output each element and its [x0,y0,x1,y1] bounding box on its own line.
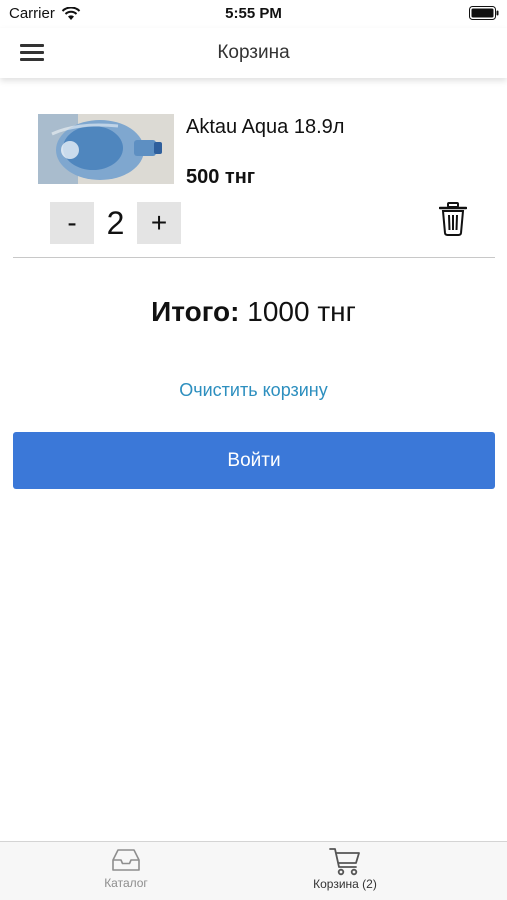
trash-icon [439,202,467,236]
tab-bar: Каталог Корзина (2) [0,841,507,900]
quantity-decrease-button[interactable]: - [50,202,94,244]
status-time: 5:55 PM [225,5,282,22]
product-image [38,114,174,184]
quantity-value: 2 [106,204,125,241]
total-value: 1000 тнг [247,296,356,327]
app-header: Корзина [0,28,507,78]
product-name: Aktau Aqua 18.9л [186,116,345,138]
status-bar: Carrier 5:55 PM [0,0,507,28]
cart-icon [329,848,360,876]
product-price: 500 тнг [186,166,256,188]
inbox-icon [112,849,140,871]
clear-cart-link[interactable]: Очистить корзину [0,380,507,401]
tab-catalog-label: Каталог [104,876,148,890]
quantity-increase-button[interactable]: + [137,202,181,244]
tab-cart[interactable]: Корзина (2) [255,842,435,900]
total-label: Итого: [151,296,240,327]
cart-total: Итого: 1000 тнг [0,296,507,328]
login-button[interactable]: Войти [13,432,495,489]
tab-catalog[interactable]: Каталог [36,842,216,900]
cart-item: Aktau Aqua 18.9л 500 тнг - 2 + [13,100,495,258]
battery-icon [469,6,499,20]
tab-cart-label: Корзина (2) [313,877,377,891]
remove-item-button[interactable] [437,200,469,238]
page-title: Корзина [217,42,290,63]
